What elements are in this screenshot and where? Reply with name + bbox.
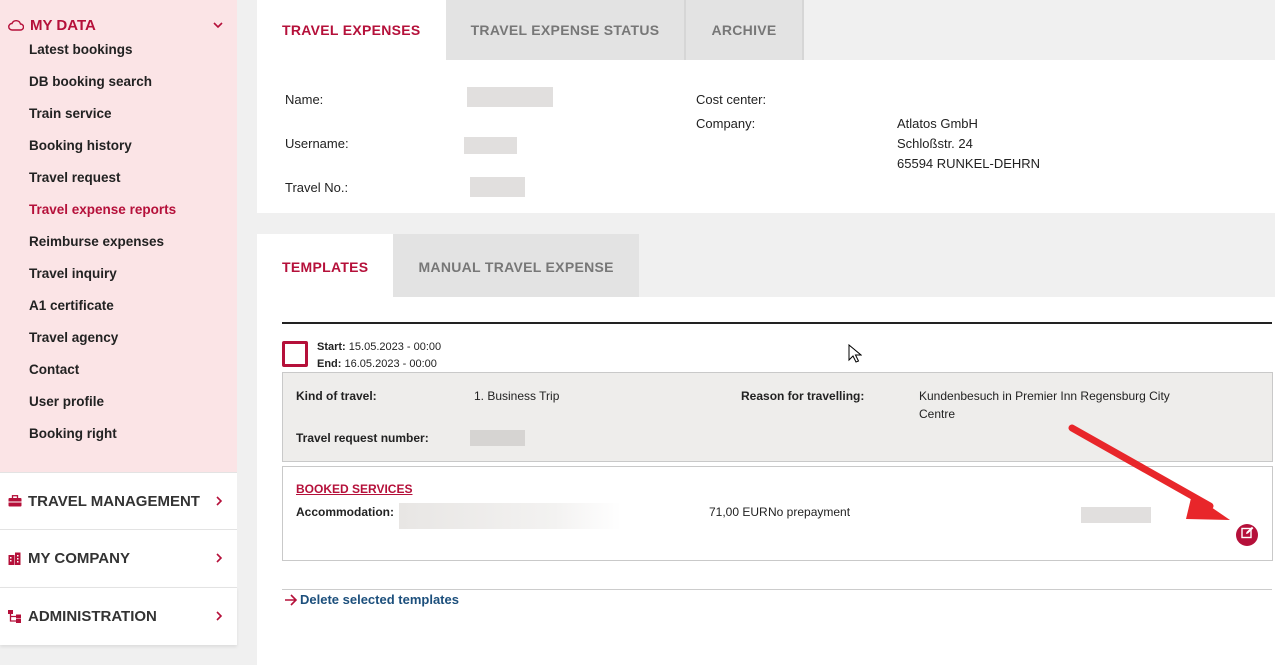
travel-no-label: Travel No.: xyxy=(285,180,349,195)
sidebar-item-contact[interactable]: Contact xyxy=(0,362,237,394)
annotation-arrow-icon xyxy=(1068,424,1230,520)
sidebar-item-db-booking-search[interactable]: DB booking search xyxy=(0,74,237,106)
company-street: Schloßstr. 24 xyxy=(897,136,973,151)
my-data-list: Latest bookings DB booking search Train … xyxy=(0,42,237,458)
name-label: Name: xyxy=(285,92,324,107)
sidebar-item-travel-expense-reports[interactable]: Travel expense reports xyxy=(0,202,237,234)
delete-selected-templates-link[interactable]: Delete selected templates xyxy=(284,592,459,607)
edit-icon xyxy=(1240,526,1254,544)
end-value: 16.05.2023 - 00:00 xyxy=(344,358,437,370)
chevron-right-icon xyxy=(216,551,223,566)
tab-archive[interactable]: ARCHIVE xyxy=(686,0,804,60)
building-icon xyxy=(8,552,22,565)
username-value-redacted xyxy=(464,137,517,154)
sidebar-section-my-company[interactable]: MY COMPANY xyxy=(0,529,237,587)
sidebar-item-booking-history[interactable]: Booking history xyxy=(0,138,237,170)
tab-manual-travel-expense[interactable]: MANUAL TRAVEL EXPENSE xyxy=(393,234,639,297)
accommodation-name-redacted xyxy=(399,503,621,529)
reason-label: Reason for travelling: xyxy=(741,389,865,403)
tab-templates[interactable]: TEMPLATES xyxy=(257,234,394,297)
my-company-label: MY COMPANY xyxy=(28,550,130,567)
sidebar-item-a1-certificate[interactable]: A1 certificate xyxy=(0,298,237,330)
travel-expense-tabs: TRAVEL EXPENSES TRAVEL EXPENSE STATUS AR… xyxy=(257,0,1275,60)
my-data-section: MY DATA Latest bookings DB booking searc… xyxy=(0,0,237,472)
name-value-redacted xyxy=(467,87,553,107)
cloud-icon xyxy=(8,18,24,32)
traveler-info-panel: TRAVEL EXPENSES TRAVEL EXPENSE STATUS AR… xyxy=(257,0,1275,213)
arrow-right-icon xyxy=(284,593,298,606)
start-line: Start: 15.05.2023 - 00:00 xyxy=(317,341,441,353)
sidebar-item-travel-agency[interactable]: Travel agency xyxy=(0,330,237,362)
sidebar-item-user-profile[interactable]: User profile xyxy=(0,394,237,426)
chevron-down-icon[interactable] xyxy=(213,18,223,32)
company-label: Company: xyxy=(696,116,756,131)
travel-request-number-label: Travel request number: xyxy=(296,431,429,445)
tab-travel-expenses[interactable]: TRAVEL EXPENSES xyxy=(257,0,446,60)
sidebar-item-travel-inquiry[interactable]: Travel inquiry xyxy=(0,266,237,298)
divider xyxy=(282,322,1272,324)
kind-of-travel-value: 1. Business Trip xyxy=(474,389,560,403)
template-select-checkbox[interactable] xyxy=(282,341,308,367)
chevron-right-icon xyxy=(216,609,223,624)
reason-value-line1: Kundenbesuch in Premier Inn Regensburg C… xyxy=(919,389,1170,403)
end-line: End: 16.05.2023 - 00:00 xyxy=(317,358,437,370)
username-label: Username: xyxy=(285,136,349,151)
sidebar-item-latest-bookings[interactable]: Latest bookings xyxy=(0,42,237,74)
travel-management-label: TRAVEL MANAGEMENT xyxy=(28,492,200,510)
briefcase-icon xyxy=(8,495,22,507)
travel-request-number-redacted xyxy=(470,430,525,446)
sidebar-item-train-service[interactable]: Train service xyxy=(0,106,237,138)
sidebar: MY DATA Latest bookings DB booking searc… xyxy=(0,0,237,665)
reason-value-line2: Centre xyxy=(919,407,956,421)
sidebar-item-reimburse-expenses[interactable]: Reimburse expenses xyxy=(0,234,237,266)
accommodation-price: 71,00 EUR xyxy=(709,505,768,519)
company-city: 65594 RUNKEL-DEHRN xyxy=(897,156,1041,171)
my-data-title: MY DATA xyxy=(30,16,96,34)
delete-selected-templates-label: Delete selected templates xyxy=(300,592,459,607)
separator xyxy=(282,589,1272,590)
sidebar-section-travel-management[interactable]: TRAVEL MANAGEMENT xyxy=(0,472,237,529)
start-value: 15.05.2023 - 00:00 xyxy=(348,341,442,353)
end-label: End: xyxy=(317,358,342,370)
chevron-right-icon xyxy=(216,494,223,509)
company-name: Atlatos GmbH xyxy=(897,116,978,131)
cost-center-label: Cost center: xyxy=(696,92,767,107)
accommodation-payment: No prepayment xyxy=(768,505,851,519)
tab-travel-expense-status[interactable]: TRAVEL EXPENSE STATUS xyxy=(445,0,687,60)
sitemap-icon xyxy=(8,610,22,623)
template-tabs: TEMPLATES MANUAL TRAVEL EXPENSE xyxy=(257,234,1275,297)
administration-label: ADMINISTRATION xyxy=(28,608,157,625)
booked-services-link[interactable]: BOOKED SERVICES xyxy=(296,482,412,496)
travel-no-value-redacted xyxy=(470,177,525,197)
start-label: Start: xyxy=(317,341,346,353)
accommodation-label: Accommodation: xyxy=(296,505,395,519)
sidebar-item-booking-right[interactable]: Booking right xyxy=(0,426,237,458)
sidebar-item-travel-request[interactable]: Travel request xyxy=(0,170,237,202)
sidebar-section-administration[interactable]: ADMINISTRATION xyxy=(0,587,237,645)
kind-of-travel-label: Kind of travel: xyxy=(296,389,377,403)
mouse-cursor-icon xyxy=(848,344,862,363)
